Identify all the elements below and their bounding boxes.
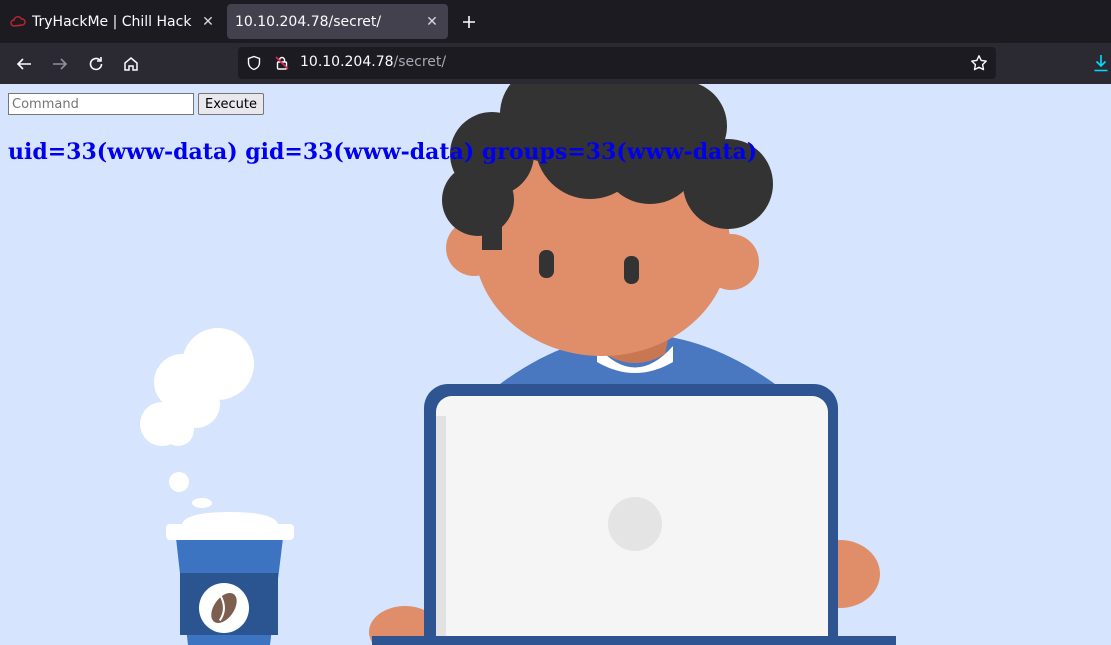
bookmark-star-icon[interactable] bbox=[969, 53, 989, 73]
reload-button[interactable] bbox=[81, 49, 111, 79]
url-bar[interactable]: 10.10.204.78/secret/ bbox=[238, 47, 996, 79]
downloads-button[interactable] bbox=[1090, 51, 1111, 75]
tryhackme-cloud-icon bbox=[10, 14, 26, 30]
tab-title: 10.10.204.78/secret/ bbox=[235, 13, 382, 30]
shield-icon[interactable] bbox=[245, 54, 263, 72]
download-icon bbox=[1094, 55, 1108, 72]
home-icon bbox=[124, 57, 138, 71]
reload-icon bbox=[89, 57, 103, 71]
tab-strip: TryHackMe | Chill Hack ✕ 10.10.204.78/se… bbox=[0, 0, 1111, 43]
background-illustration bbox=[140, 84, 896, 645]
back-arrow-icon bbox=[16, 58, 31, 70]
back-button[interactable] bbox=[9, 49, 39, 79]
plus-icon bbox=[463, 16, 475, 28]
close-tab-icon[interactable]: ✕ bbox=[196, 10, 220, 34]
url-host: 10.10.204.78 bbox=[300, 54, 394, 70]
page-viewport: Execute uid=33(www-data) gid=33(www-data… bbox=[0, 84, 1111, 645]
tab-title: TryHackMe | Chill Hack bbox=[32, 13, 192, 30]
command-input[interactable] bbox=[8, 93, 194, 115]
tab-secret[interactable]: 10.10.204.78/secret/ ✕ bbox=[227, 4, 448, 39]
insecure-lock-icon[interactable] bbox=[273, 54, 291, 72]
url-path: /secret/ bbox=[393, 54, 447, 70]
forward-button[interactable] bbox=[45, 49, 75, 79]
command-output: uid=33(www-data) gid=33(www-data) groups… bbox=[8, 139, 758, 165]
url-text[interactable]: 10.10.204.78/secret/ bbox=[300, 54, 446, 70]
execute-button[interactable]: Execute bbox=[198, 93, 264, 115]
navigation-toolbar: 10.10.204.78/secret/ bbox=[0, 43, 1111, 84]
command-form: Execute bbox=[8, 93, 264, 115]
forward-arrow-icon bbox=[53, 58, 68, 70]
tab-tryhackme[interactable]: TryHackMe | Chill Hack ✕ bbox=[0, 4, 224, 39]
close-tab-icon[interactable]: ✕ bbox=[420, 10, 444, 34]
new-tab-button[interactable] bbox=[456, 9, 482, 35]
home-button[interactable] bbox=[116, 49, 146, 79]
